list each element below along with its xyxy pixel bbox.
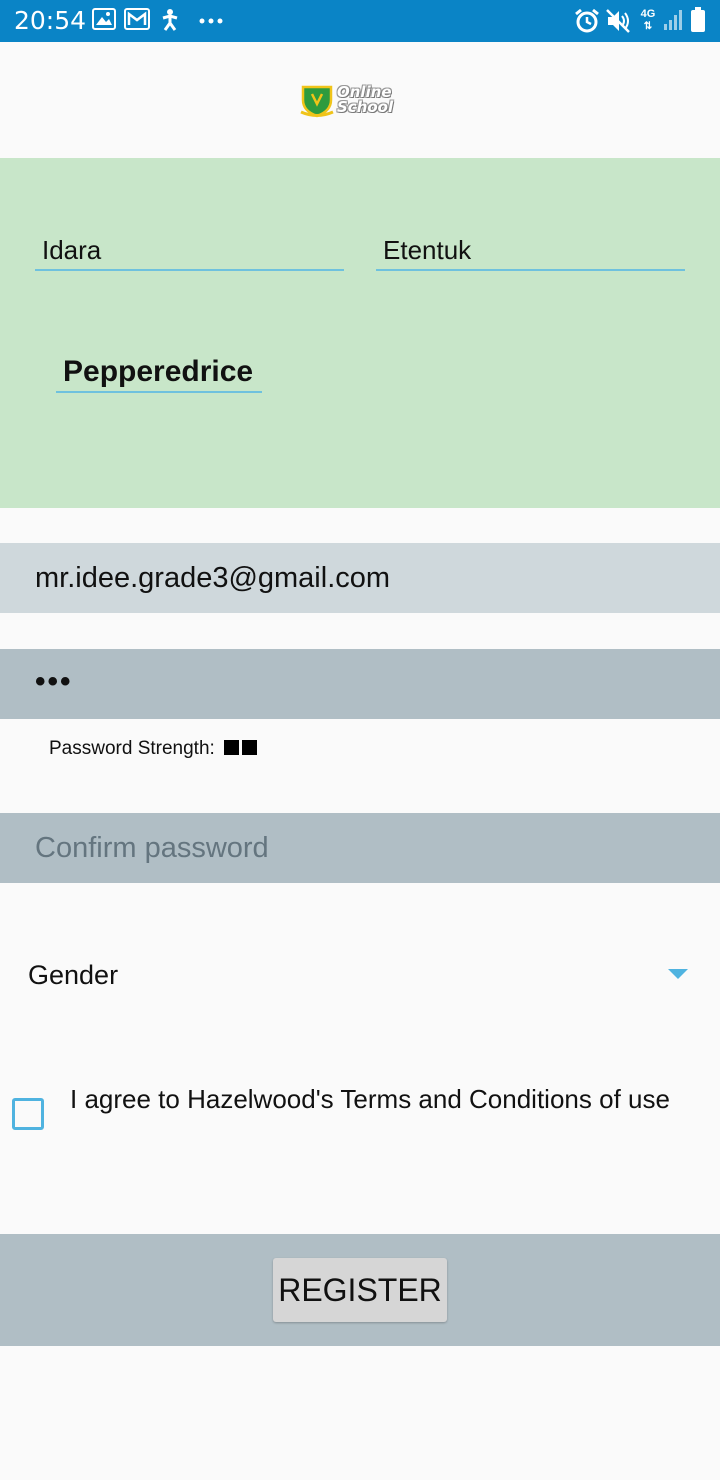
status-time: 20:54: [14, 6, 87, 35]
terms-row: I agree to Hazelwood's Terms and Conditi…: [0, 1080, 720, 1160]
status-bar: 20:54 4G ⇅: [0, 0, 720, 42]
last-name-field[interactable]: Etentuk: [376, 233, 685, 271]
logo-text: Online School: [337, 85, 393, 115]
name-section: Idara Etentuk Pepperedrice: [0, 158, 720, 508]
first-name-field[interactable]: Idara: [35, 233, 344, 271]
gender-dropdown[interactable]: Gender: [0, 940, 720, 1010]
network-label: 4G: [640, 8, 656, 20]
logo-line-2: School: [337, 98, 394, 116]
register-button[interactable]: REGISTER: [273, 1258, 447, 1322]
image-icon: [92, 8, 116, 30]
strength-block: [224, 740, 240, 755]
signal-icon: [664, 10, 682, 30]
terms-checkbox[interactable]: [12, 1098, 44, 1130]
battery-icon: [691, 7, 705, 32]
strength-block: [242, 740, 258, 755]
email-field[interactable]: mr.idee.grade3@gmail.com: [0, 543, 720, 613]
register-bar: REGISTER: [0, 1234, 720, 1346]
online-school-logo: Online School: [300, 84, 405, 118]
gmail-icon: [124, 8, 150, 30]
more-dots-icon: [199, 18, 223, 24]
password-field[interactable]: •••: [0, 649, 720, 719]
accessibility-icon: [162, 9, 178, 31]
password-strength: Password Strength:: [49, 738, 260, 760]
gender-selected-value: Gender: [28, 960, 119, 990]
dropdown-arrow-icon: [668, 969, 688, 979]
header: Online School: [0, 42, 720, 158]
network-4g-icon: 4G ⇅: [640, 8, 656, 32]
alarm-icon: [575, 8, 599, 33]
school-crest-icon: [300, 85, 334, 118]
password-strength-label: Password Strength:: [49, 738, 215, 759]
password-strength-meter: [224, 738, 260, 760]
mute-icon: [606, 9, 630, 33]
confirm-password-field[interactable]: Confirm password: [0, 813, 720, 883]
terms-label[interactable]: I agree to Hazelwood's Terms and Conditi…: [70, 1083, 690, 1116]
nickname-field[interactable]: Pepperedrice: [56, 355, 262, 393]
